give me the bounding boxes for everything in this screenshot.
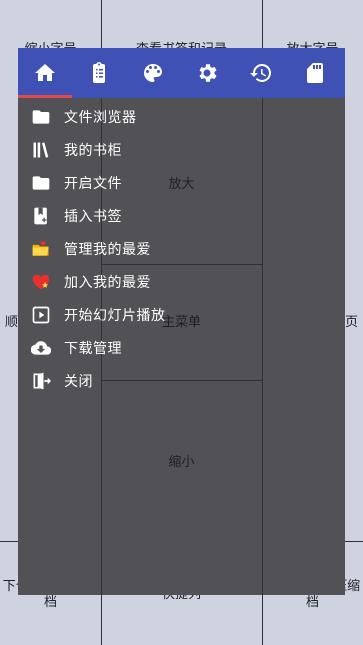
menu-item-label: 管理我的最爱 [64,241,151,258]
menu-item-label: 我的书柜 [64,142,122,159]
menu-item-label: 开始幻灯片播放 [64,307,166,324]
menu-item-label: 插入书签 [64,208,122,225]
main-menu-list: 文件浏览器 我的书柜 开启文件 插入书签 管理我的最爱 加入我的最爱 开始幻灯片… [18,100,345,397]
tab-home[interactable] [18,48,72,98]
menu-toolbar [18,48,345,98]
exit-icon [18,371,64,391]
heart-add-icon [18,272,64,292]
favorites-folder-icon [18,239,64,259]
clipboard-list-icon [93,62,105,83]
tab-notes[interactable] [72,48,126,98]
menu-item-label: 加入我的最爱 [64,274,151,291]
folder-icon [18,107,64,127]
tab-settings[interactable] [180,48,234,98]
menu-item-add-favorite[interactable]: 加入我的最爱 [18,265,345,298]
menu-item-insert-bookmark[interactable]: 插入书签 [18,199,345,232]
selected-tab-indicator [18,95,72,98]
tab-theme[interactable] [126,48,180,98]
menu-item-file-browser[interactable]: 文件浏览器 [18,100,345,133]
folder-open-icon [18,173,64,193]
menu-item-label: 关闭 [64,373,93,390]
zone-lower-center[interactable]: 缩小 [101,455,262,471]
slideshow-icon [18,305,64,325]
sd-card-icon [307,63,323,83]
menu-item-slideshow[interactable]: 开始幻灯片播放 [18,298,345,331]
tab-history[interactable] [234,48,288,98]
tab-storage[interactable] [288,48,342,98]
menu-item-label: 下载管理 [64,340,122,357]
cloud-download-icon [18,338,64,358]
palette-icon [144,64,162,82]
bookshelf-icon [18,140,64,160]
bookmark-add-icon [18,206,64,226]
home-icon [35,64,55,81]
menu-item-open-file[interactable]: 开启文件 [18,166,345,199]
history-icon [250,63,272,82]
menu-item-label: 文件浏览器 [64,109,137,126]
menu-item-label: 开启文件 [64,175,122,192]
menu-item-bookshelf[interactable]: 我的书柜 [18,133,345,166]
main-menu-panel: 放大 主菜单 缩小 文件浏览器 我的书柜 开启文件 插入书签 管理我的最爱 加入… [18,48,345,595]
menu-item-close[interactable]: 关闭 [18,364,345,397]
menu-item-manage-favorites[interactable]: 管理我的最爱 [18,232,345,265]
gear-icon [199,64,217,82]
menu-item-download-manager[interactable]: 下载管理 [18,331,345,364]
